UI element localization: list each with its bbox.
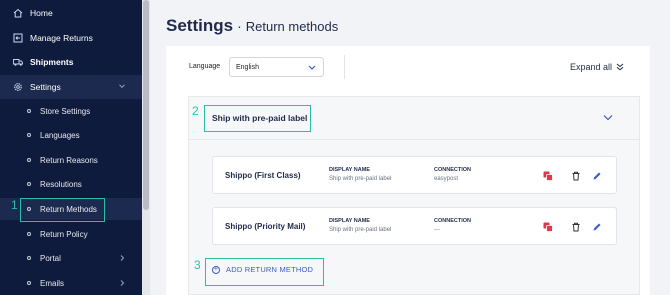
bullet-icon xyxy=(27,109,31,113)
method-name: Shippo (First Class) xyxy=(225,171,301,180)
connection-header: CONNECTION xyxy=(434,167,471,173)
sidebar-subitem-store-settings[interactable]: Store Settings xyxy=(0,100,142,122)
chevron-down-icon[interactable] xyxy=(603,114,613,121)
display-name-header: DISPLAY NAME xyxy=(329,218,370,224)
bullet-icon xyxy=(27,281,31,285)
bullet-icon xyxy=(27,232,31,236)
home-icon xyxy=(13,8,23,18)
edit-icon[interactable] xyxy=(592,222,602,232)
expand-all-button[interactable]: Expand all xyxy=(570,62,624,72)
bullet-icon xyxy=(27,158,31,162)
connection-value: --- xyxy=(434,227,440,233)
sidebar-item-shipments[interactable]: Shipments xyxy=(0,50,142,74)
chevron-down-icon xyxy=(308,65,316,70)
sidebar-subitem-resolutions[interactable]: Resolutions xyxy=(0,173,142,195)
sidebar-item-label: Manage Returns xyxy=(30,33,93,43)
sidebar-item-manage-returns[interactable]: Manage Returns xyxy=(0,26,142,50)
sidebar-item-label: Settings xyxy=(30,82,61,92)
display-name-value: Ship with pre-paid label xyxy=(329,176,392,182)
sidebar-item-label: Home xyxy=(30,8,53,18)
truck-icon xyxy=(13,57,23,67)
chevron-right-icon xyxy=(120,255,125,261)
sidebar-item-label: Shipments xyxy=(30,57,74,67)
sidebar-subitem-languages[interactable]: Languages xyxy=(0,124,142,146)
language-select[interactable]: English xyxy=(229,57,324,77)
sidebar-subitem-label: Store Settings xyxy=(40,106,91,116)
page-title-main: Settings xyxy=(166,16,234,35)
bullet-icon xyxy=(27,182,31,186)
double-chevron-down-icon xyxy=(616,63,624,71)
gear-icon xyxy=(13,82,23,92)
language-toolbar: Language English Expand all xyxy=(166,46,650,89)
annotation-number-2: 2 xyxy=(192,104,199,118)
duplicate-icon[interactable] xyxy=(543,222,553,232)
sidebar-subitem-emails[interactable]: Emails xyxy=(0,272,142,294)
returns-icon xyxy=(13,33,23,43)
sidebar-subitem-label: Resolutions xyxy=(40,179,82,189)
annotation-box-2 xyxy=(204,105,311,132)
sidebar-subitem-portal[interactable]: Portal xyxy=(0,247,142,269)
connection-header: CONNECTION xyxy=(434,218,471,224)
display-name-header: DISPLAY NAME xyxy=(329,167,370,173)
sidebar-item-settings[interactable]: Settings xyxy=(0,75,142,99)
toolbar-divider xyxy=(344,55,345,79)
sidebar-item-home[interactable]: Home xyxy=(0,1,142,25)
expand-all-label: Expand all xyxy=(569,62,612,72)
return-method-card: Shippo (Priority Mail) DISPLAY NAME Ship… xyxy=(212,207,617,245)
return-method-card: Shippo (First Class) DISPLAY NAME Ship w… xyxy=(212,156,617,194)
connection-value: easypost xyxy=(434,176,459,182)
bullet-icon xyxy=(27,133,31,137)
duplicate-icon[interactable] xyxy=(543,171,553,181)
bullet-icon xyxy=(27,256,31,260)
edit-icon[interactable] xyxy=(592,171,602,181)
chevron-right-icon xyxy=(120,280,125,286)
language-select-value: English xyxy=(236,63,259,71)
trash-icon[interactable] xyxy=(571,171,581,181)
annotation-number-1: 1 xyxy=(11,198,18,212)
sidebar-subitem-label: Return Policy xyxy=(40,229,88,239)
annotation-box-1 xyxy=(20,198,105,222)
trash-icon[interactable] xyxy=(571,222,581,232)
page-subtitle: Return methods xyxy=(245,19,339,34)
annotation-number-3: 3 xyxy=(194,258,201,272)
sidebar-subitem-label: Emails xyxy=(40,278,65,288)
title-separator: · xyxy=(237,18,242,34)
sidebar-subitem-return-reasons[interactable]: Return Reasons xyxy=(0,149,142,171)
page-title: Settings · Return methods xyxy=(166,16,338,36)
method-name: Shippo (Priority Mail) xyxy=(225,222,306,231)
sidebar-scroll-thumb[interactable] xyxy=(143,0,149,210)
sidebar-subitem-label: Languages xyxy=(40,130,80,140)
annotation-box-3 xyxy=(205,258,324,286)
sidebar-subitem-label: Return Reasons xyxy=(40,155,98,165)
sidebar-subitem-label: Portal xyxy=(40,253,61,263)
sidebar-subitem-return-policy[interactable]: Return Policy xyxy=(0,223,142,245)
chevron-down-icon xyxy=(119,84,125,89)
display-name-value: Ship with pre-paid label xyxy=(329,227,392,233)
language-label: Language xyxy=(189,63,221,70)
